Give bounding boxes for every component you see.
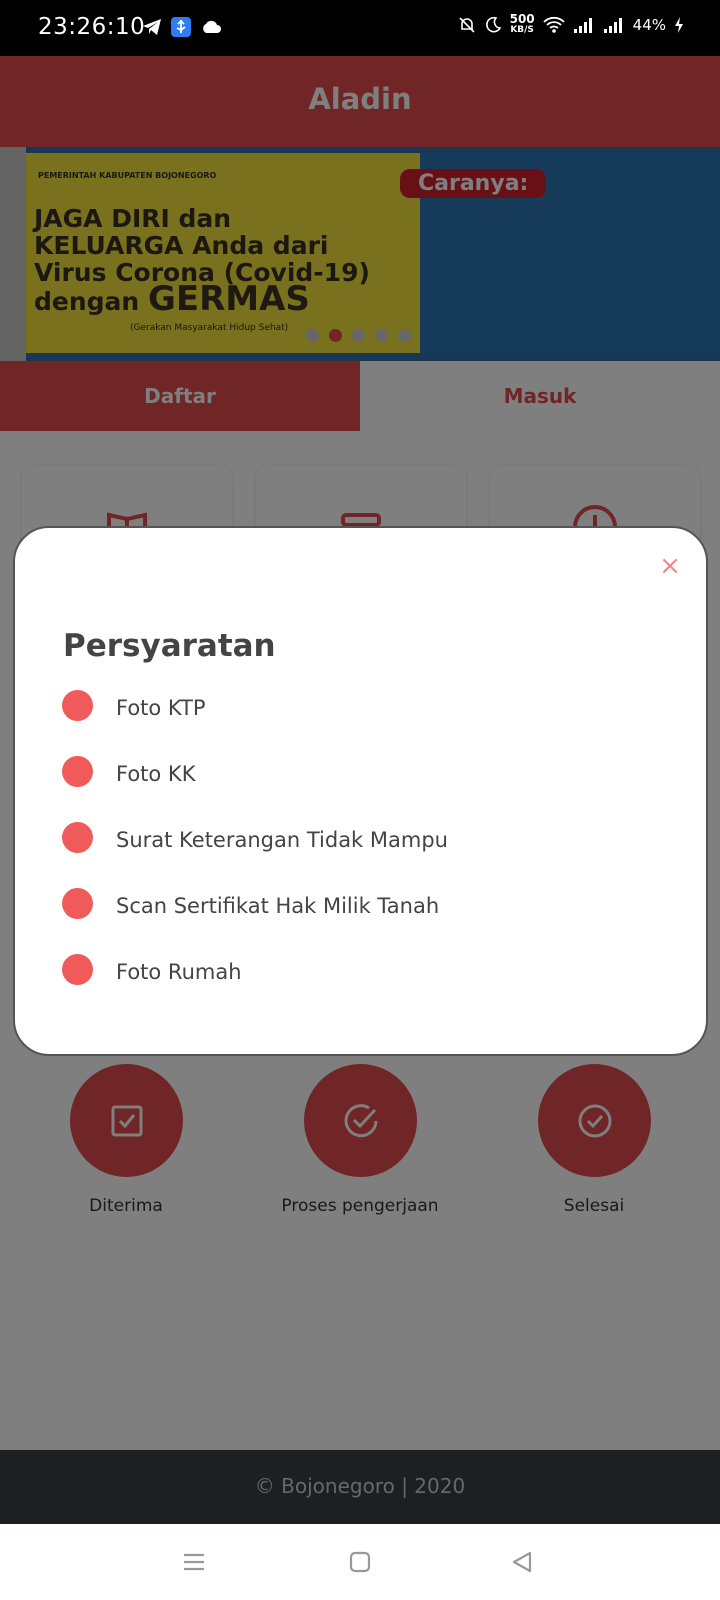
battery-percent: 44% — [632, 16, 666, 34]
home-icon[interactable] — [342, 1544, 378, 1580]
requirement-text: Foto Rumah — [116, 960, 242, 984]
requirement-text: Foto KTP — [116, 696, 206, 720]
status-right-icons: 500 KB/S 44% — [458, 12, 684, 36]
net-speed-value: 500 — [509, 12, 535, 26]
wifi-icon — [543, 16, 565, 33]
telegram-icon — [143, 19, 161, 35]
requirements-modal: × Persyaratan Foto KTP Foto KK Surat Ket… — [13, 526, 708, 1056]
bullet-icon — [62, 756, 93, 787]
requirement-text: Scan Sertifikat Hak Milik Tanah — [116, 894, 440, 918]
moon-icon — [485, 16, 501, 33]
bullet-icon — [62, 690, 93, 721]
mute-bell-icon — [459, 17, 475, 33]
system-nav-bar — [0, 1524, 720, 1600]
charging-icon — [675, 17, 683, 33]
close-icon[interactable]: × — [658, 553, 682, 579]
menu-icon[interactable] — [176, 1544, 212, 1580]
bullet-icon — [62, 954, 93, 985]
requirement-text: Foto KK — [116, 762, 196, 786]
net-speed: 500 KB/S — [509, 12, 535, 36]
status-time: 23:26:10 — [38, 14, 146, 40]
modal-title: Persyaratan — [63, 628, 276, 664]
net-speed-unit: KB/S — [510, 25, 534, 35]
status-bar: 23:26:10 500 KB/S 44% — [0, 0, 720, 56]
signal-icon — [573, 18, 592, 33]
bullet-icon — [62, 822, 93, 853]
status-left-icons — [142, 16, 222, 38]
signal-icon-2 — [603, 18, 622, 33]
cloud-icon — [203, 20, 221, 33]
usb-icon — [171, 17, 191, 37]
requirement-text: Surat Keterangan Tidak Mampu — [116, 828, 448, 852]
back-icon[interactable] — [504, 1544, 540, 1580]
bullet-icon — [62, 888, 93, 919]
